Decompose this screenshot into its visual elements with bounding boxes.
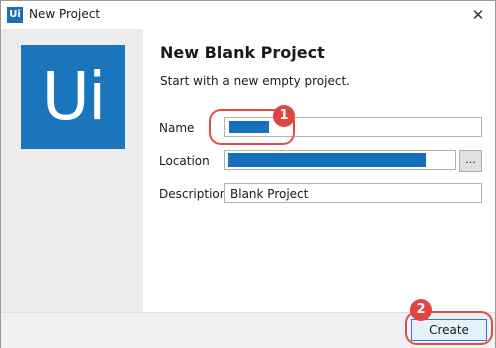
dialog-heading: New Blank Project [160,43,325,62]
uipath-app-icon: Ui [7,7,23,23]
step-2-badge: 2 [410,299,432,321]
location-field[interactable] [224,150,456,170]
description-label: Description [159,187,228,201]
new-project-dialog: Ui New Project ✕ Ui New Blank Project St… [0,0,496,348]
description-field[interactable]: Blank Project [224,183,482,203]
window-title: New Project [29,7,101,21]
description-field-value: Blank Project [230,187,309,201]
browse-button[interactable]: ... [459,150,482,172]
location-redaction [228,153,426,167]
logo-text: Ui [41,58,107,135]
close-icon[interactable]: ✕ [461,1,495,29]
title-bar: Ui New Project ✕ [1,1,495,29]
step-1-badge: 1 [273,105,295,127]
name-label: Name [159,121,195,135]
uipath-logo: Ui [21,45,125,149]
left-panel: Ui [1,29,143,312]
dialog-subheading: Start with a new empty project. [160,74,350,88]
location-label: Location [159,154,210,168]
